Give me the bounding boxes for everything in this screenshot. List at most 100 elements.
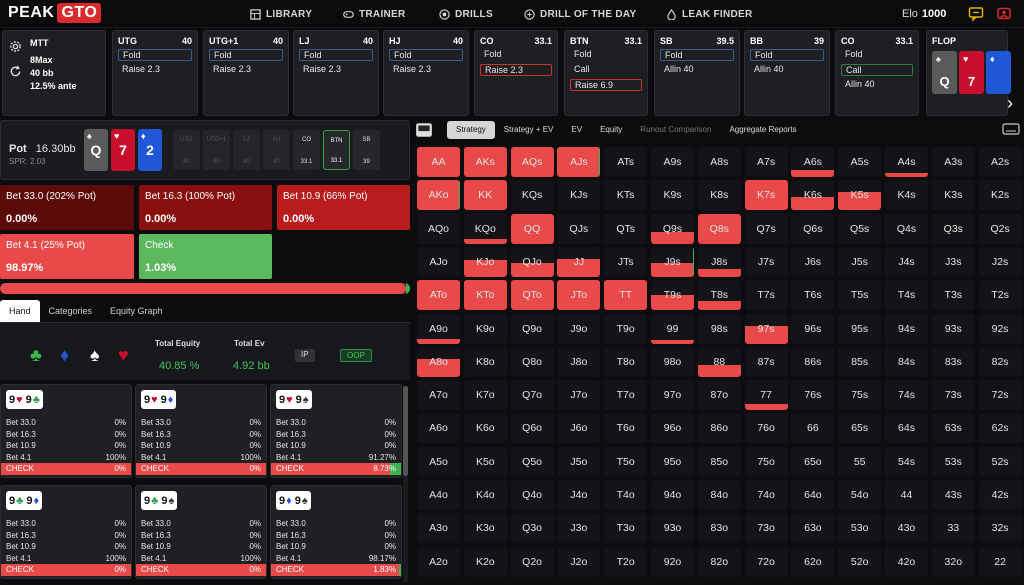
- range-cell[interactable]: TT: [604, 280, 648, 311]
- tab-equity-graph[interactable]: Equity Graph: [101, 300, 172, 322]
- range-cell[interactable]: 94o: [651, 480, 694, 510]
- flop-card[interactable]: FLOP ♠ Q ♥ 7 ♦: [926, 30, 1011, 116]
- range-cell[interactable]: J8s: [697, 246, 741, 277]
- range-cell[interactable]: ATs: [604, 147, 648, 177]
- range-cell[interactable]: 42s: [978, 480, 1022, 510]
- range-cell[interactable]: K3s: [931, 180, 975, 211]
- range-cell[interactable]: A3s: [931, 147, 975, 177]
- range-cell[interactable]: 73o: [744, 513, 788, 544]
- range-cell[interactable]: 99: [651, 313, 694, 344]
- range-cell[interactable]: A5s: [838, 147, 882, 177]
- range-cell[interactable]: 55: [838, 446, 882, 477]
- range-cell[interactable]: Q6s: [791, 213, 835, 244]
- range-cell[interactable]: K2o: [463, 546, 507, 577]
- range-cell[interactable]: J5s: [838, 246, 882, 277]
- range-cell[interactable]: KTs: [604, 180, 648, 211]
- range-cell[interactable]: J7o: [557, 380, 601, 411]
- range-cell[interactable]: 97s: [744, 313, 788, 344]
- action-option[interactable]: Raise 2.3: [209, 64, 283, 76]
- position-card-btn[interactable]: BTN 33.1 Fold Call Raise 6.9: [564, 30, 648, 116]
- range-cell[interactable]: J5o: [557, 446, 601, 477]
- action-option[interactable]: Fold: [299, 49, 373, 61]
- range-cell[interactable]: 86o: [697, 413, 741, 444]
- range-cell[interactable]: 94s: [885, 313, 928, 344]
- action-option[interactable]: Allin 40: [660, 64, 734, 76]
- range-cell[interactable]: 42o: [885, 546, 928, 577]
- range-cell[interactable]: 98o: [651, 346, 694, 377]
- range-cell[interactable]: K5s: [838, 180, 882, 211]
- range-cell[interactable]: AJo: [417, 246, 460, 277]
- range-cell[interactable]: A4o: [417, 480, 460, 510]
- action-option[interactable]: Fold: [209, 49, 283, 61]
- range-cell[interactable]: Q2s: [978, 213, 1022, 244]
- range-cell[interactable]: T8s: [697, 280, 741, 311]
- range-cell[interactable]: K7o: [463, 380, 507, 411]
- tab-strategy-ev[interactable]: Strategy + EV: [495, 121, 563, 139]
- range-cell[interactable]: K7s: [744, 180, 788, 211]
- range-cell[interactable]: T4o: [604, 480, 648, 510]
- range-cell[interactable]: 66: [791, 413, 835, 444]
- range-cell[interactable]: A9o: [417, 313, 460, 344]
- range-cell[interactable]: 84o: [697, 480, 741, 510]
- combo-card[interactable]: 9 ♥ 9 ♠ Bet 33.0 0% Bet 16.3 0% Bet 10.9 0% Bet 4.…: [270, 384, 402, 478]
- range-cell[interactable]: 74s: [885, 380, 928, 411]
- spade-icon[interactable]: ♠: [90, 345, 100, 366]
- range-cell[interactable]: A2o: [417, 546, 460, 577]
- ip-toggle[interactable]: IP: [295, 349, 315, 362]
- range-cell[interactable]: K8s: [697, 180, 741, 211]
- refresh-icon[interactable]: [9, 65, 22, 78]
- position-card-utgplus1[interactable]: UTG+1 40 Fold Raise 2.3: [203, 30, 289, 116]
- nav-library[interactable]: LIBRARY: [250, 0, 312, 28]
- range-cell[interactable]: 62s: [978, 413, 1022, 444]
- action-option[interactable]: Fold: [750, 49, 824, 61]
- bet-option-3[interactable]: Bet 4.1 (25% Pot) 98.97%: [0, 234, 134, 279]
- range-cell[interactable]: KJs: [557, 180, 601, 211]
- action-option[interactable]: Fold: [118, 49, 192, 61]
- combo-card[interactable]: 9 ♥ 9 ♣ Bet 33.0 0% Bet 16.3 0% Bet 10.9 0% Bet 4.…: [0, 384, 132, 478]
- range-cell[interactable]: 32s: [978, 513, 1022, 544]
- range-cell[interactable]: T3o: [604, 513, 648, 544]
- range-cell[interactable]: QTo: [510, 280, 554, 311]
- range-cell[interactable]: 53o: [838, 513, 882, 544]
- range-cell[interactable]: 85o: [697, 446, 741, 477]
- range-cell[interactable]: AQo: [417, 213, 460, 244]
- combo-card[interactable]: 9 ♣ 9 ♠ Bet 33.0 0% Bet 16.3 0% Bet 10.9 0% Bet 4.…: [135, 485, 267, 579]
- nav-drill-of-the-day[interactable]: DRILL OF THE DAY: [524, 0, 636, 28]
- range-cell[interactable]: 93o: [651, 513, 694, 544]
- range-cell[interactable]: K4s: [885, 180, 928, 211]
- range-cell[interactable]: T9o: [604, 313, 648, 344]
- scrollbar-thumb[interactable]: [403, 386, 408, 476]
- range-cell[interactable]: 82o: [697, 546, 741, 577]
- nav-drills[interactable]: DRILLS: [439, 0, 493, 28]
- range-cell[interactable]: K4o: [463, 480, 507, 510]
- action-option[interactable]: Raise 2.3: [299, 64, 373, 76]
- range-cell[interactable]: 33: [931, 513, 975, 544]
- range-cell[interactable]: T5o: [604, 446, 648, 477]
- range-cell[interactable]: K2s: [978, 180, 1022, 211]
- action-option[interactable]: Fold: [480, 49, 552, 61]
- range-cell[interactable]: 54o: [838, 480, 882, 510]
- range-cell[interactable]: 65s: [838, 413, 882, 444]
- range-cell[interactable]: J4s: [885, 246, 928, 277]
- seat-co[interactable]: CO 33.1: [293, 130, 320, 170]
- seat-utgplus1[interactable]: UTG+1 40: [203, 130, 230, 170]
- range-cell[interactable]: Q3o: [510, 513, 554, 544]
- range-cell[interactable]: Q5s: [838, 213, 882, 244]
- range-cell[interactable]: T7s: [744, 280, 788, 311]
- range-cell[interactable]: JTo: [557, 280, 601, 311]
- range-cell[interactable]: JTs: [604, 246, 648, 277]
- range-cell[interactable]: ATo: [417, 280, 460, 311]
- action-option[interactable]: Raise 2.3: [389, 64, 463, 76]
- range-cell[interactable]: Q6o: [510, 413, 554, 444]
- range-cell[interactable]: A7o: [417, 380, 460, 411]
- range-cell[interactable]: 75s: [838, 380, 882, 411]
- range-cell[interactable]: QTs: [604, 213, 648, 244]
- range-cell[interactable]: T6s: [791, 280, 835, 311]
- range-cell[interactable]: J2o: [557, 546, 601, 577]
- range-cell[interactable]: AA: [417, 147, 460, 177]
- range-cell[interactable]: 86s: [791, 346, 835, 377]
- keyboard-icon[interactable]: [1002, 122, 1020, 136]
- action-option[interactable]: Fold: [389, 49, 463, 61]
- seat-btn[interactable]: BTN 33.1: [323, 130, 350, 170]
- range-cell[interactable]: 83s: [931, 346, 975, 377]
